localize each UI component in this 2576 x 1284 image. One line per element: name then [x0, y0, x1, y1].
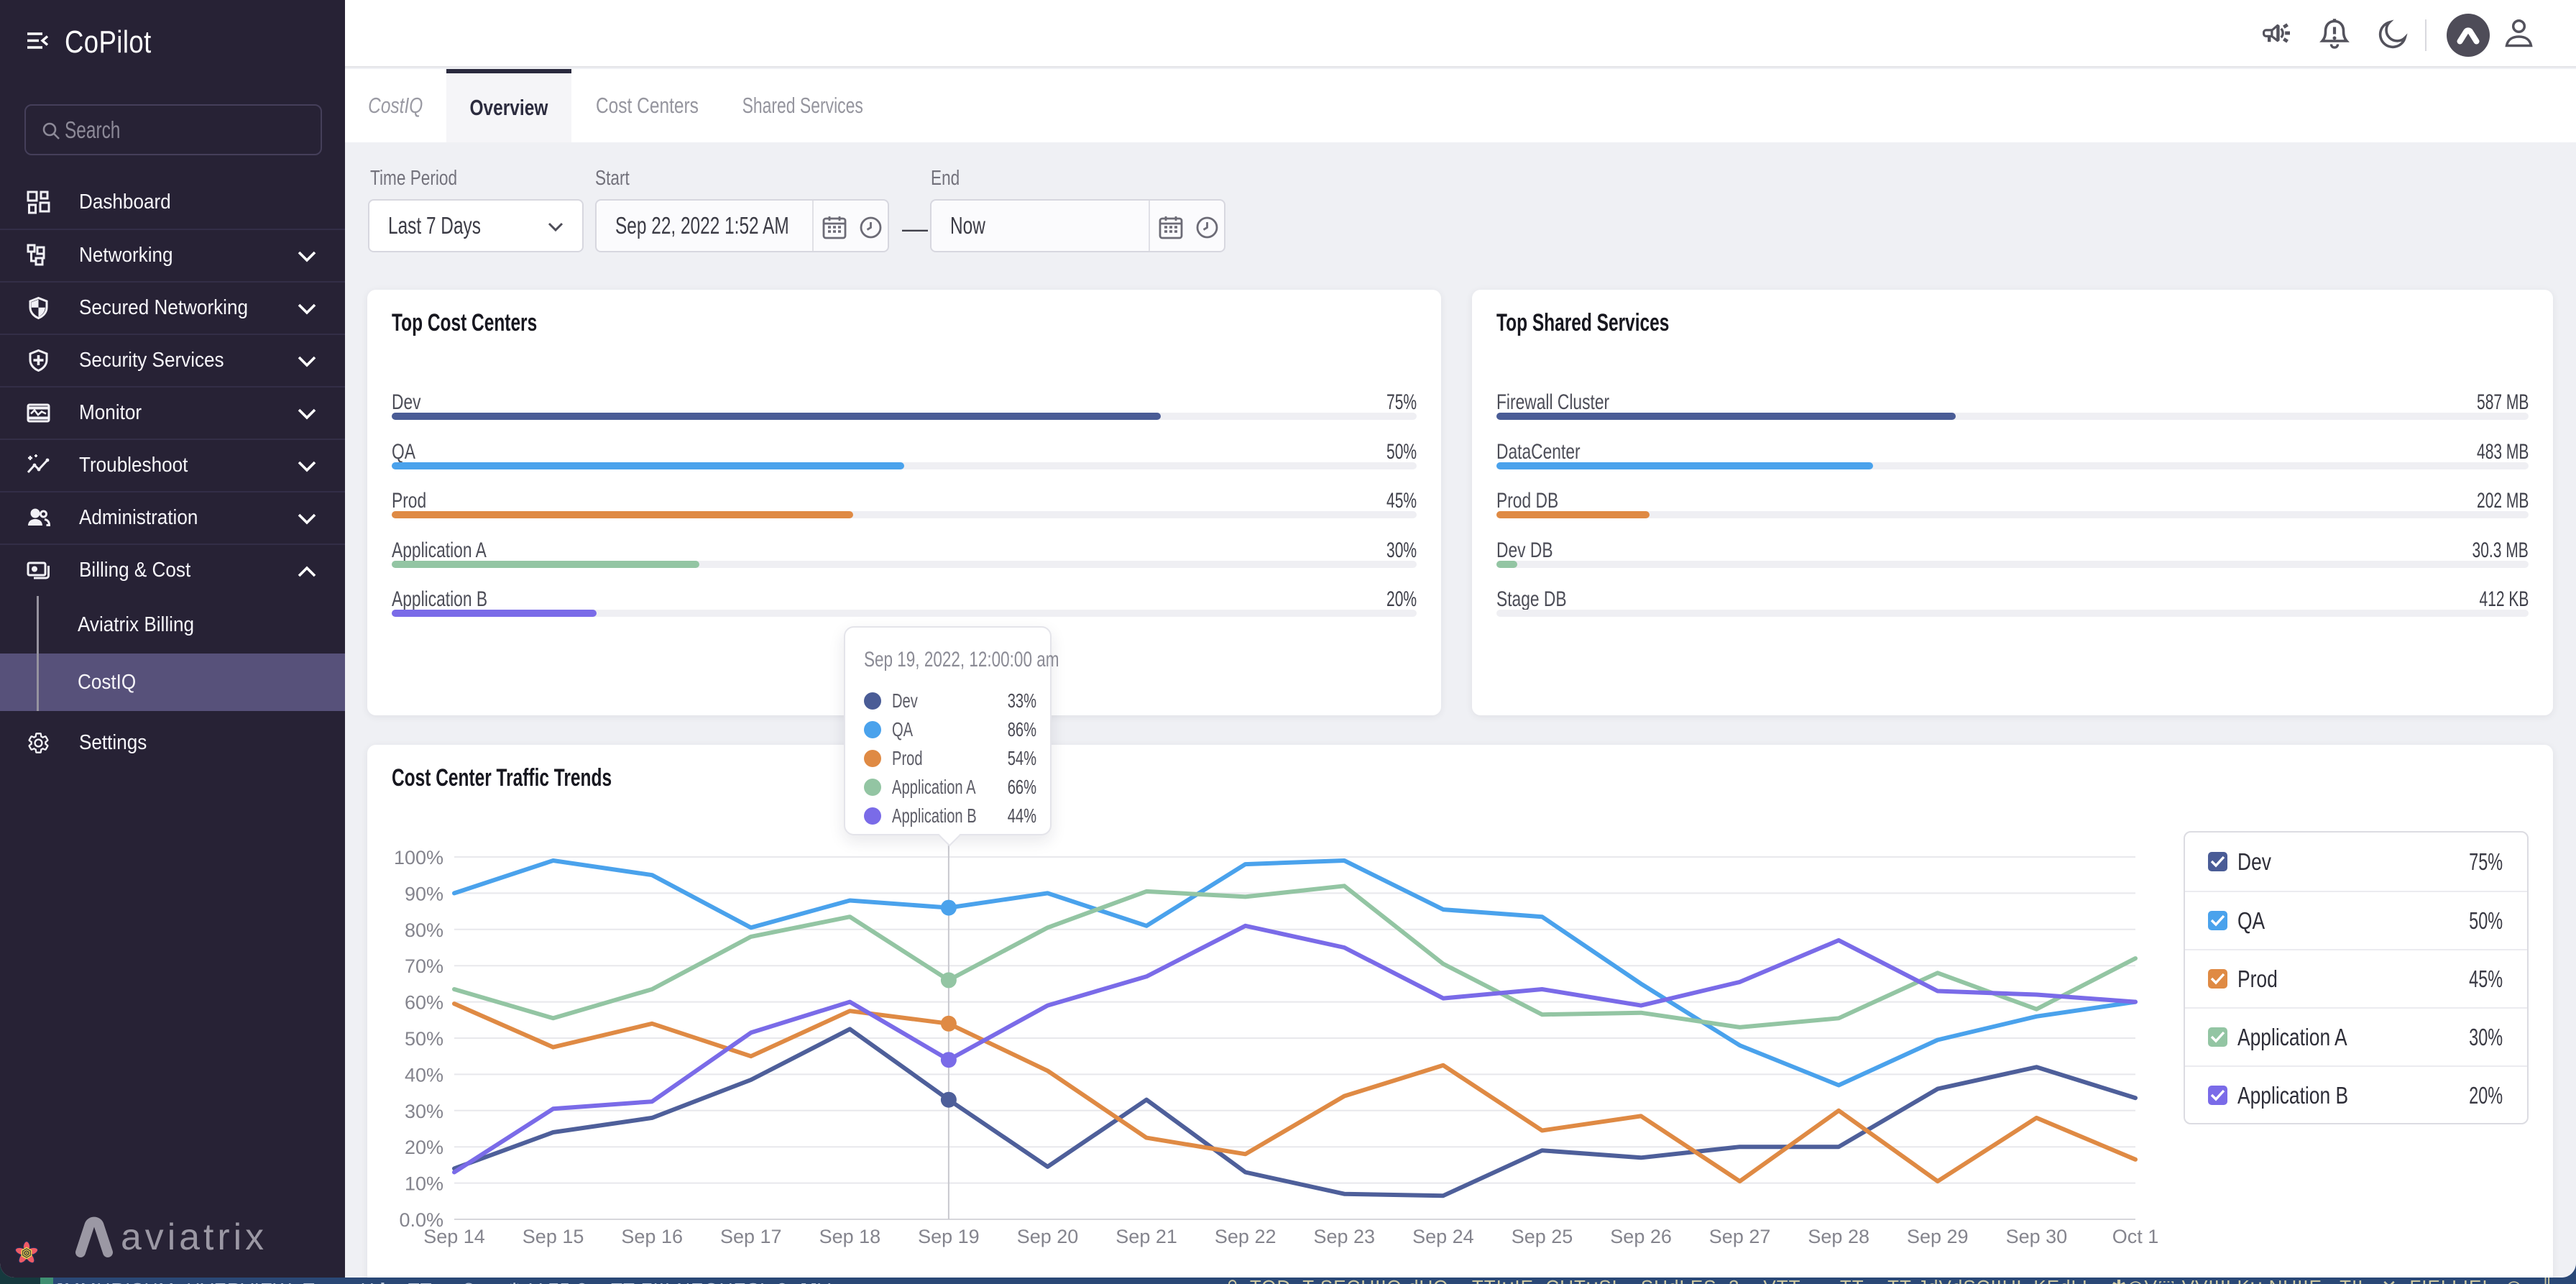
- svg-text:70%: 70%: [405, 955, 443, 977]
- svg-text:30%: 30%: [405, 1101, 443, 1122]
- svg-text:Sep 23: Sep 23: [1314, 1226, 1376, 1247]
- svg-text:Sep 24: Sep 24: [1412, 1226, 1474, 1247]
- svg-text:Sep 25: Sep 25: [1512, 1226, 1573, 1247]
- svg-text:Sep 20: Sep 20: [1017, 1226, 1079, 1247]
- svg-text:Sep 18: Sep 18: [819, 1226, 881, 1247]
- svg-text:100%: 100%: [394, 847, 443, 868]
- svg-text:Sep 29: Sep 29: [1907, 1226, 1969, 1247]
- svg-text:40%: 40%: [405, 1064, 443, 1086]
- svg-text:Sep 26: Sep 26: [1610, 1226, 1672, 1247]
- svg-text:90%: 90%: [405, 883, 443, 904]
- svg-text:Sep 30: Sep 30: [2006, 1226, 2068, 1247]
- svg-text:20%: 20%: [405, 1137, 443, 1158]
- svg-text:Sep 28: Sep 28: [1808, 1226, 1869, 1247]
- svg-text:Sep 14: Sep 14: [423, 1226, 485, 1247]
- svg-text:aviatrix: aviatrix: [121, 1216, 267, 1258]
- svg-text:Oct 1: Oct 1: [2112, 1226, 2159, 1247]
- svg-text:Sep 15: Sep 15: [523, 1226, 584, 1247]
- svg-text:Sep 17: Sep 17: [720, 1226, 782, 1247]
- svg-text:Sep 16: Sep 16: [621, 1226, 683, 1247]
- svg-text:Sep 22: Sep 22: [1215, 1226, 1276, 1247]
- svg-text:80%: 80%: [405, 920, 443, 941]
- svg-text:60%: 60%: [405, 992, 443, 1014]
- svg-text:50%: 50%: [405, 1028, 443, 1050]
- svg-text:Sep 27: Sep 27: [1709, 1226, 1771, 1247]
- svg-text:10%: 10%: [405, 1173, 443, 1195]
- svg-text:Sep 19: Sep 19: [918, 1226, 980, 1247]
- svg-text:Sep 21: Sep 21: [1116, 1226, 1177, 1247]
